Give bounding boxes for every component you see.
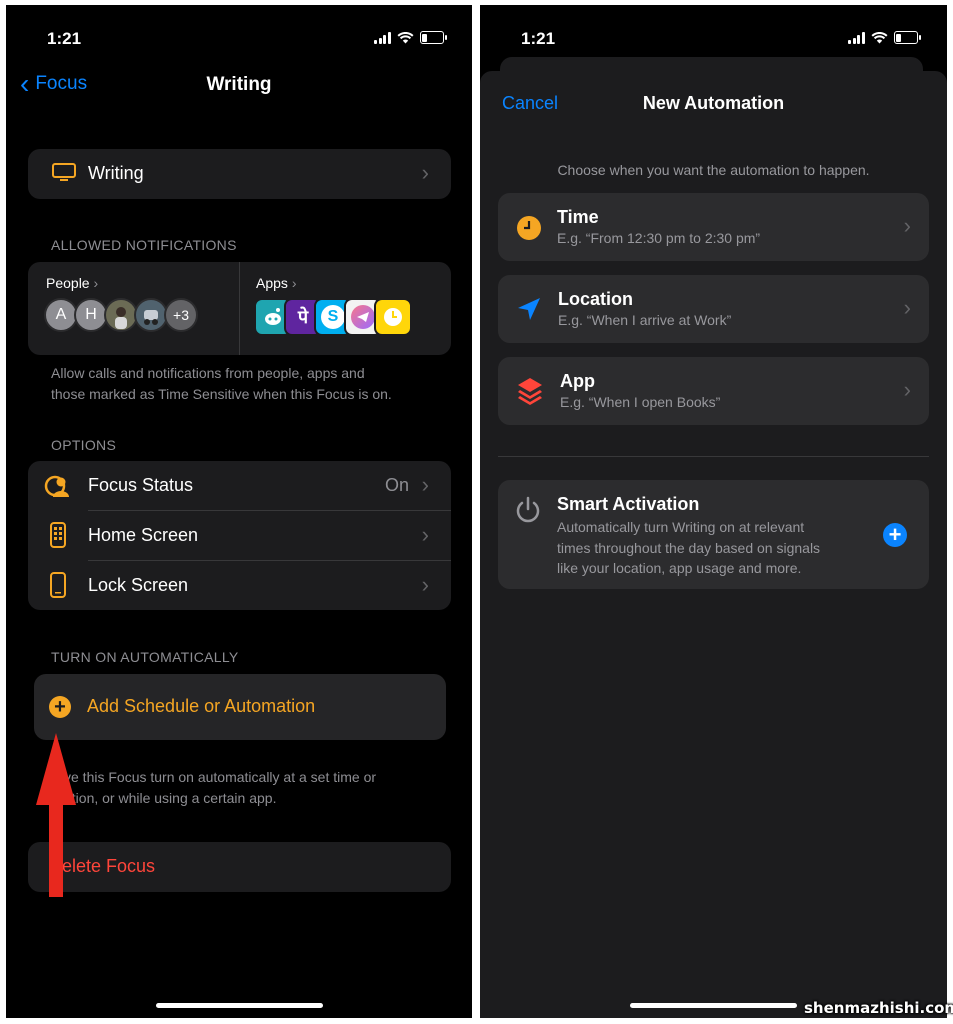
app-trigger-subtitle: E.g. “When I open Books” — [560, 394, 721, 410]
power-icon — [516, 496, 540, 523]
focus-status-icon — [44, 475, 69, 497]
time-trigger-row[interactable]: Time E.g. “From 12:30 pm to 2:30 pm” › — [498, 193, 929, 261]
status-icons — [374, 31, 447, 44]
battery-icon — [419, 31, 447, 44]
more-people-count: +3 — [164, 298, 198, 332]
avatar: A — [44, 298, 78, 332]
add-smart-activation-button[interactable]: + — [883, 523, 907, 547]
home-indicator — [156, 1003, 323, 1008]
desktop-icon — [52, 163, 76, 181]
lock-screen-icon — [50, 572, 66, 598]
options-header: OPTIONS — [51, 437, 117, 453]
app-trigger-title: App — [560, 371, 595, 391]
avatar-photo — [104, 298, 138, 332]
chevron-right-icon: › — [421, 522, 429, 547]
new-automation-screen: 1:21 Cancel New Automation Choose when y… — [480, 5, 947, 1018]
chevron-right-icon: › — [903, 377, 911, 402]
apps-label: Apps — [256, 275, 288, 291]
smart-activation-title: Smart Activation — [557, 494, 700, 514]
chevron-right-icon: › — [421, 572, 429, 597]
chevron-right-icon: › — [421, 160, 429, 185]
focus-name-label: Writing — [88, 163, 144, 183]
home-screen-label: Home Screen — [88, 525, 199, 545]
wifi-icon — [397, 31, 413, 43]
page-title: Writing — [206, 74, 272, 95]
home-screen-icon — [50, 522, 66, 548]
status-icons — [848, 31, 921, 44]
sheet-title: New Automation — [642, 93, 785, 113]
cellular-signal-icon — [374, 31, 391, 44]
chevron-right-icon: › — [93, 275, 99, 291]
plus-circle-icon: + — [49, 696, 71, 718]
allowed-notifications-header: ALLOWED NOTIFICATIONS — [51, 237, 237, 253]
options-card: Focus Status On › Home Screen › Lock Scr… — [28, 461, 451, 610]
lock-screen-label: Lock Screen — [88, 575, 189, 595]
avatar-photo — [134, 298, 168, 332]
people-label: People — [46, 275, 90, 291]
status-bar: 1:21 — [480, 29, 947, 51]
automation-prompt: Choose when you want the automation to h… — [557, 162, 870, 178]
add-schedule-label: Add Schedule or Automation — [87, 696, 316, 716]
avatar: H — [74, 298, 108, 332]
chevron-right-icon: › — [291, 275, 297, 291]
delete-focus-button[interactable]: elete Focus — [28, 842, 451, 892]
clock-icon — [517, 216, 541, 240]
focus-status-label: Focus Status — [88, 475, 194, 495]
chevron-right-icon: › — [421, 472, 429, 497]
status-bar: 1:21 — [6, 29, 472, 51]
time-trigger-subtitle: E.g. “From 12:30 pm to 2:30 pm” — [557, 230, 761, 246]
home-screen-row[interactable]: Home Screen › — [28, 511, 451, 560]
automation-note: ve this Focus turn on automatically at a… — [64, 769, 377, 806]
home-indicator — [630, 1003, 797, 1008]
location-trigger-subtitle: E.g. “When I arrive at Work” — [558, 312, 732, 328]
lock-screen-row[interactable]: Lock Screen › — [28, 561, 451, 610]
layers-icon — [518, 378, 542, 405]
add-schedule-button[interactable]: + Add Schedule or Automation — [34, 674, 446, 740]
automation-sheet: Cancel New Automation Choose when you wa… — [480, 71, 947, 1018]
smart-activation-row: Smart Activation Automatically turn Writ… — [498, 480, 929, 589]
apps-section[interactable]: Apps › पे S — [240, 262, 451, 355]
cellular-signal-icon — [848, 31, 865, 44]
focus-name-row[interactable]: Writing › — [28, 149, 451, 199]
location-trigger-row[interactable]: Location E.g. “When I arrive at Work” › — [498, 275, 929, 343]
watermark: shenmazhishi.com — [804, 999, 953, 1017]
focus-status-value: On — [384, 475, 409, 495]
status-time: 1:21 — [47, 29, 82, 48]
focus-status-row[interactable]: Focus Status On › — [28, 461, 451, 510]
smart-activation-description: Automatically turn Writing on at relevan… — [557, 519, 821, 576]
app-trigger-row[interactable]: App E.g. “When I open Books” › — [498, 357, 929, 425]
allowed-notifications-card: People › A H +3 Apps › पे S — [28, 262, 451, 355]
divider — [498, 456, 929, 457]
allowed-notifications-note: Allow calls and notifications from peopl… — [51, 365, 392, 402]
chevron-right-icon: › — [903, 295, 911, 320]
turn-on-automatically-header: TURN ON AUTOMATICALLY — [51, 649, 239, 665]
focus-settings-screen: 1:21 ‹ Focus Writing Writing › ALLOWED N… — [6, 5, 472, 1018]
chevron-right-icon: › — [903, 213, 911, 238]
wifi-icon — [871, 31, 887, 43]
time-trigger-title: Time — [557, 207, 599, 227]
clock-app-icon — [374, 298, 412, 336]
location-trigger-title: Location — [558, 289, 633, 309]
annotation-arrow-icon — [36, 733, 76, 897]
people-section[interactable]: People › A H +3 — [28, 262, 239, 355]
location-arrow-icon — [518, 298, 540, 320]
battery-icon — [893, 31, 921, 44]
status-time: 1:21 — [521, 29, 556, 48]
